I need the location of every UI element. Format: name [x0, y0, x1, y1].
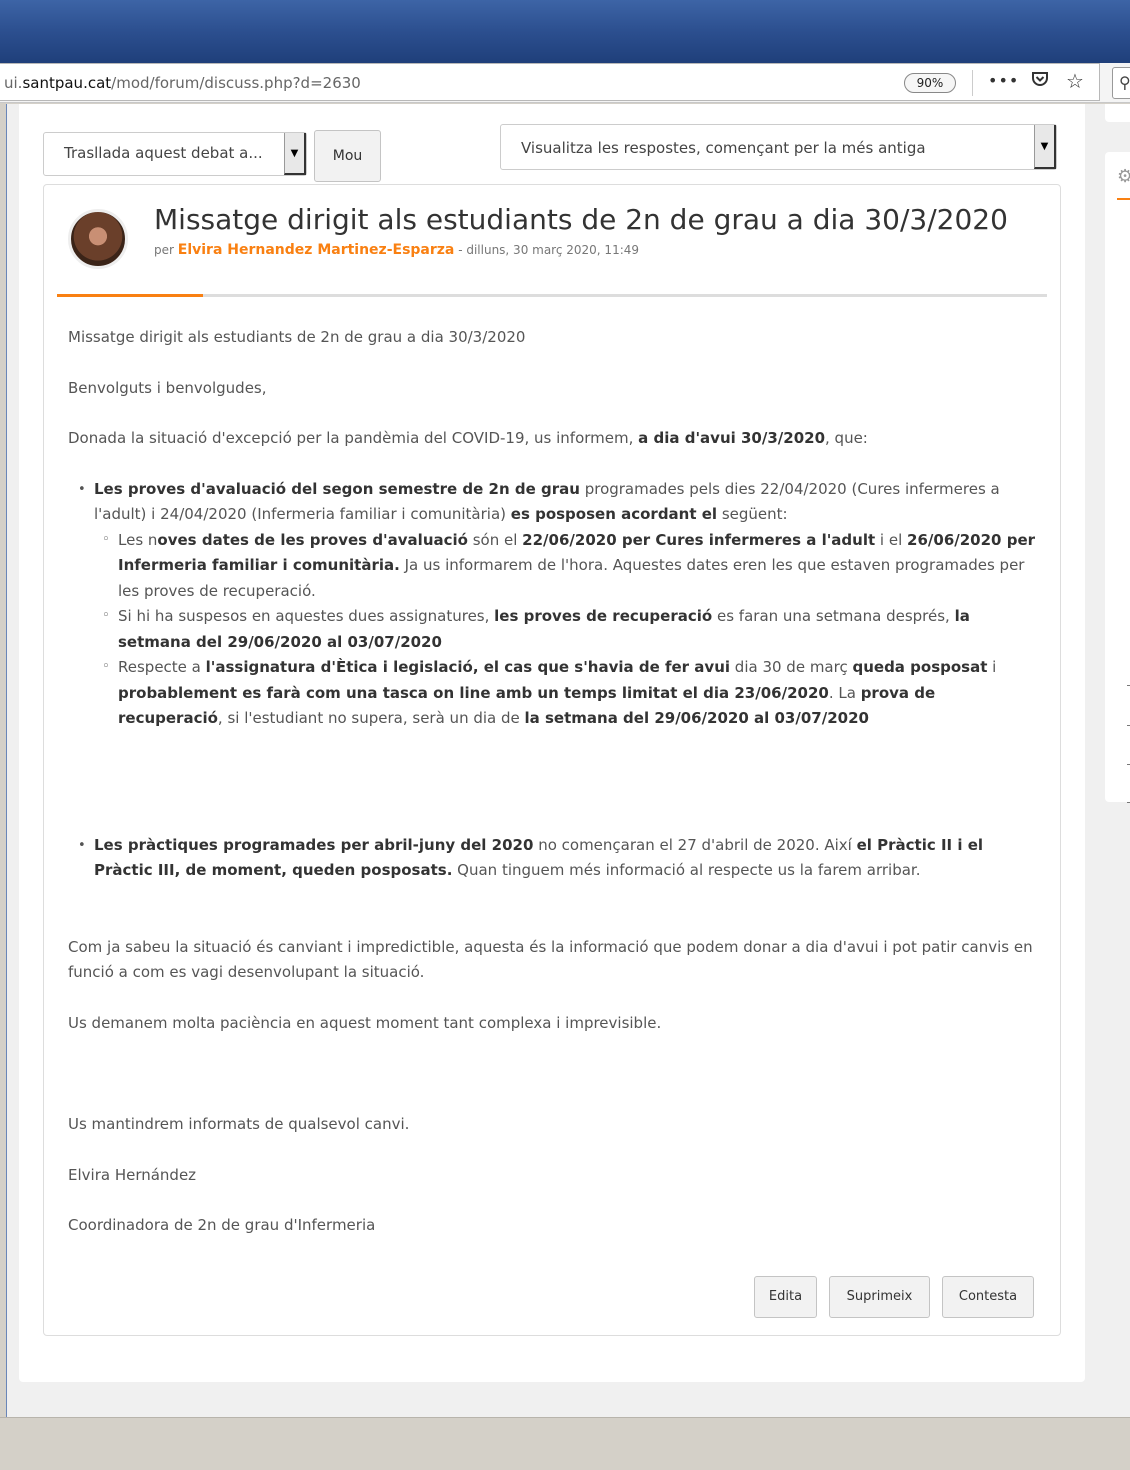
chevron-down-icon[interactable]: ▼ [1034, 125, 1056, 169]
author-link[interactable]: Elvira Hernandez Martinez-Esparza [178, 242, 455, 258]
side-block: ⚙ [1105, 152, 1130, 803]
paragraph: Com ja sabeu la situació és canviant i i… [68, 937, 1033, 982]
paragraph: Benvolguts i benvolgudes, [68, 378, 267, 397]
signature-role: Coordinadora de 2n de grau d'Infermeria [68, 1216, 376, 1234]
paragraph: Us demanem molta paciència en aquest mom… [68, 1013, 662, 1032]
paragraph: Missatge dirigit als estudiants de 2n de… [68, 328, 526, 346]
list-item: Les noves dates de les proves d'avaluaci… [94, 527, 1043, 605]
browser-navbar: ui.santpau.cat/mod/forum/discuss.php?d=2… [0, 63, 1130, 103]
list-item: Les proves d'avaluació del segon semestr… [68, 477, 1043, 732]
pocket-icon[interactable] [1030, 69, 1050, 94]
search-icon[interactable]: ⚲ [1112, 67, 1130, 99]
reply-button[interactable]: Contesta [942, 1276, 1034, 1318]
paragraph: Us mantindrem informats de qualsevol can… [68, 1115, 410, 1133]
post-body: Missatge dirigit als estudiants de 2n de… [68, 325, 1043, 1264]
forum-post: Missatge dirigit als estudiants de 2n de… [43, 184, 1061, 1336]
zoom-indicator[interactable]: 90% [904, 73, 956, 93]
window-bottom-bar [0, 1417, 1130, 1470]
side-accent-line [1117, 198, 1130, 200]
address-bar[interactable]: ui.santpau.cat/mod/forum/discuss.php?d=2… [0, 63, 1100, 101]
post-date: - dilluns, 30 març 2020, 11:49 [458, 243, 640, 257]
url-text[interactable]: ui.santpau.cat/mod/forum/discuss.php?d=2… [4, 74, 361, 92]
side-block-top [1105, 104, 1130, 122]
display-mode-select[interactable]: Visualitza les respostes, començant per … [500, 124, 1057, 170]
bullet-list: Les pràctiques programades per abril-jun… [68, 833, 1043, 884]
gear-icon[interactable]: ⚙ [1117, 166, 1130, 187]
bullet-list: Les proves d'avaluació del segon semestr… [68, 477, 1043, 732]
delete-button[interactable]: Suprimeix [829, 1276, 930, 1318]
bookmark-star-icon[interactable]: ☆ [1066, 69, 1084, 93]
sub-list: Les noves dates de les proves d'avaluaci… [94, 527, 1043, 732]
signature-name: Elvira Hernández [68, 1165, 197, 1184]
move-button[interactable]: Mou [314, 130, 381, 182]
chevron-down-icon[interactable]: ▼ [284, 133, 306, 175]
more-icon[interactable]: ••• [988, 71, 1019, 90]
window-titlebar [0, 0, 1130, 63]
edit-button[interactable]: Edita [754, 1276, 817, 1318]
list-item: Respecte a l'assignatura d'Ètica i legis… [94, 654, 1043, 732]
list-item: Les pràctiques programades per abril-jun… [68, 833, 1043, 884]
header-divider [57, 294, 1047, 297]
avatar[interactable] [68, 209, 128, 269]
list-item: Si hi ha suspesos en aquestes dues assig… [94, 603, 1043, 655]
paragraph: Donada la situació d'excepció per la pan… [68, 429, 868, 447]
move-discussion-select[interactable]: Trasllada aquest debat a... ▼ [43, 132, 307, 176]
page-content-area: ⚙ Trasllada aquest debat a... ▼ Mou Visu… [6, 104, 1130, 1417]
post-title: Missatge dirigit als estudiants de 2n de… [154, 203, 1008, 236]
post-byline: per Elvira Hernandez Martinez-Esparza - … [154, 242, 640, 258]
toolbar-separator [972, 70, 973, 96]
forum-page: Trasllada aquest debat a... ▼ Mou Visual… [19, 104, 1085, 1382]
